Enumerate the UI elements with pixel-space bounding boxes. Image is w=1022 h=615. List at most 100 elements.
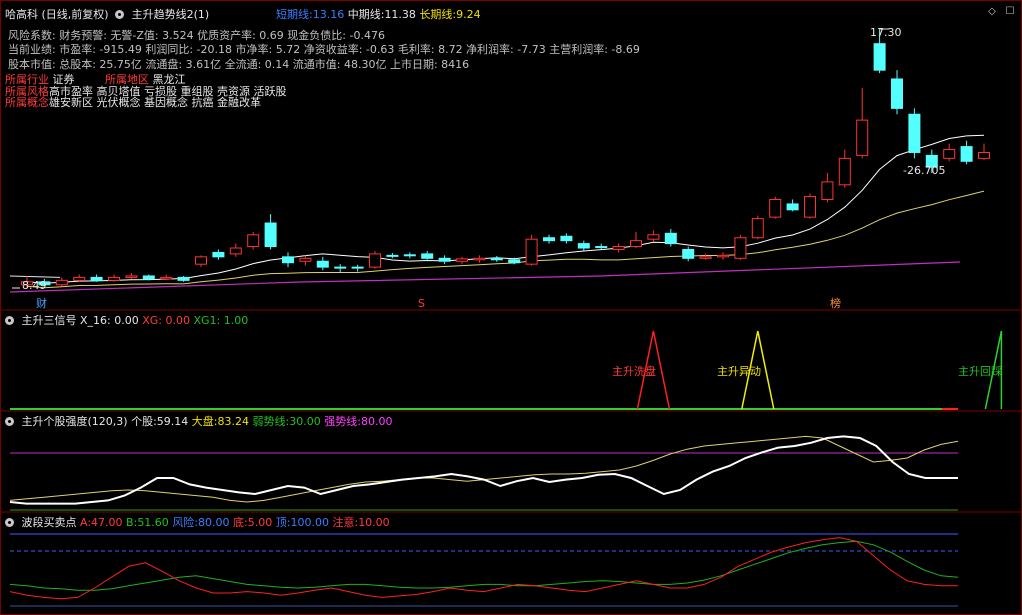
xg-value: 0.00 <box>165 314 191 327</box>
close-icon[interactable]: ☐ <box>1005 7 1015 17</box>
candle-body <box>177 276 190 281</box>
gear-icon[interactable] <box>5 417 14 426</box>
candle-body <box>630 240 642 248</box>
wave-risk-value: 80.00 <box>198 516 230 529</box>
candle-body <box>543 237 555 242</box>
candle-body <box>769 199 782 218</box>
wave-panel-header: 波段买卖点 A:47.00 B:51.60 风险:80.00 底:5.00 顶:… <box>5 516 390 529</box>
gear-icon[interactable] <box>115 10 125 19</box>
xg1-label: XG1: <box>193 314 221 327</box>
candle-body <box>525 238 538 265</box>
wave-attention-value: 10.00 <box>358 516 390 529</box>
indicator-name[interactable]: 主升趋势线2(1) <box>132 8 210 21</box>
candle-body <box>508 259 521 264</box>
candle-body <box>595 246 608 249</box>
candle-body <box>160 276 173 280</box>
candle-body <box>351 266 364 269</box>
candle-body <box>229 247 242 255</box>
long-line-value: 9.24 <box>456 8 481 21</box>
wave-b-value: 51.60 <box>137 516 169 529</box>
weak-line-label: 弱势线: <box>252 415 290 428</box>
candle-body <box>125 275 138 278</box>
wave-a-label: A: <box>80 516 92 529</box>
wave-top-value: 100.00 <box>290 516 329 529</box>
candle-body <box>55 279 68 286</box>
candle-body <box>786 203 799 211</box>
candle-body <box>960 146 973 162</box>
stock-strength-label: 个股: <box>131 415 157 428</box>
gear-icon[interactable] <box>5 316 14 325</box>
candle-body <box>142 275 155 280</box>
candle-body <box>682 248 695 259</box>
s-marker-text: S <box>418 297 425 310</box>
candle-body <box>873 43 886 71</box>
rank-marker-text: 榜 <box>830 297 841 310</box>
wave-risk-label: 风险: <box>172 516 199 529</box>
signal-label-pullback: 主升回踩 <box>958 365 1002 378</box>
candle-body <box>438 257 451 262</box>
signal-label-wash: 主升洗盘 <box>612 365 656 378</box>
wave-a-line <box>9 537 958 600</box>
candle-body <box>978 151 990 159</box>
finance-marker-text: 财 <box>36 297 47 310</box>
info-line-risk: 风险系数: 财务预警: 无警-Z值: 3.524 优质资产率: 0.69 现金负… <box>8 29 385 42</box>
signal-panel-title[interactable]: 主升三信号 <box>22 314 77 327</box>
wave-b-label: B: <box>126 516 138 529</box>
stock-strength-value: 59.14 <box>156 415 189 428</box>
candle-body <box>316 260 329 268</box>
info-line-capital: 股本市值: 总股本: 25.75亿 流通盘: 3.61亿 全流通: 0.14 流… <box>8 58 470 71</box>
concept-row: 所属概念雄安新区 光伏概念 基因概念 抗癌 金融改革 <box>5 96 261 109</box>
candle-body <box>856 119 869 156</box>
stock-name[interactable]: 哈高科 <box>5 8 38 21</box>
candle-body <box>299 257 312 262</box>
market-strength-value: 83.24 <box>217 415 250 428</box>
gear-icon[interactable] <box>5 518 14 527</box>
candle-body <box>386 254 399 257</box>
wave-panel-title[interactable]: 波段买卖点 <box>22 516 77 529</box>
candle-body <box>891 78 903 109</box>
stock-strength-line <box>9 435 958 505</box>
candle-body <box>473 257 486 261</box>
candle-body <box>282 256 294 264</box>
x16-value: 0.00 <box>114 314 139 327</box>
candle-body <box>195 256 207 265</box>
candle-body <box>560 235 573 242</box>
candle-body <box>734 237 747 259</box>
period-mode[interactable]: (日线,前复权) <box>42 8 109 21</box>
candle-body <box>647 234 660 240</box>
concept-label: 所属概念 <box>5 96 49 109</box>
pct-change-label: -26.705 <box>903 164 946 177</box>
xg1-value: 1.00 <box>223 314 249 327</box>
candle-body <box>334 266 347 269</box>
info-line-performance: 当前业绩: 市盈率: -915.49 利润同比: -20.18 市净率: 5.7… <box>8 43 640 56</box>
ma-values: 短期线:13.16 中期线:11.38 长期线:9.24 <box>276 8 481 21</box>
strength-panel-title[interactable]: 主升个股强度(120,3) <box>22 415 128 428</box>
xg-label: XG: <box>142 314 163 327</box>
candle-body <box>108 276 120 281</box>
restore-icon[interactable]: ◇ <box>987 7 997 17</box>
concept-value: 雄安新区 光伏概念 基因概念 抗癌 金融改革 <box>49 96 261 109</box>
candle-body <box>908 113 921 153</box>
s-marker[interactable]: S <box>418 298 425 310</box>
signal-panel-header: 主升三信号 X_16: 0.00 XG: 0.00 XG1: 1.00 <box>5 314 248 327</box>
candle-body <box>456 258 468 262</box>
strong-line-label: 强势线: <box>324 415 361 428</box>
candle-body <box>804 196 816 218</box>
base-line <box>9 275 61 278</box>
low-price-label: 8.49 <box>22 279 47 292</box>
wave-top-label: 顶: <box>275 516 291 529</box>
candle-body <box>73 276 86 281</box>
candle-body <box>717 254 729 258</box>
rank-marker[interactable]: 榜 <box>830 298 841 310</box>
candle-body <box>838 157 851 186</box>
wave-attention-label: 注意: <box>332 516 359 529</box>
x16-label: X_16: <box>80 314 111 327</box>
long-line-label: 长期线: <box>419 8 457 21</box>
wave-a-value: 47.00 <box>91 516 123 529</box>
mid-line-value: 11.38 <box>384 8 416 21</box>
candle-body <box>403 254 416 257</box>
candle-body <box>821 181 834 201</box>
candle-body <box>247 234 260 248</box>
finance-marker[interactable]: 财 <box>36 297 47 310</box>
main-panel-header: 哈高科 (日线,前复权) 主升趋势线2(1) <box>5 8 209 21</box>
